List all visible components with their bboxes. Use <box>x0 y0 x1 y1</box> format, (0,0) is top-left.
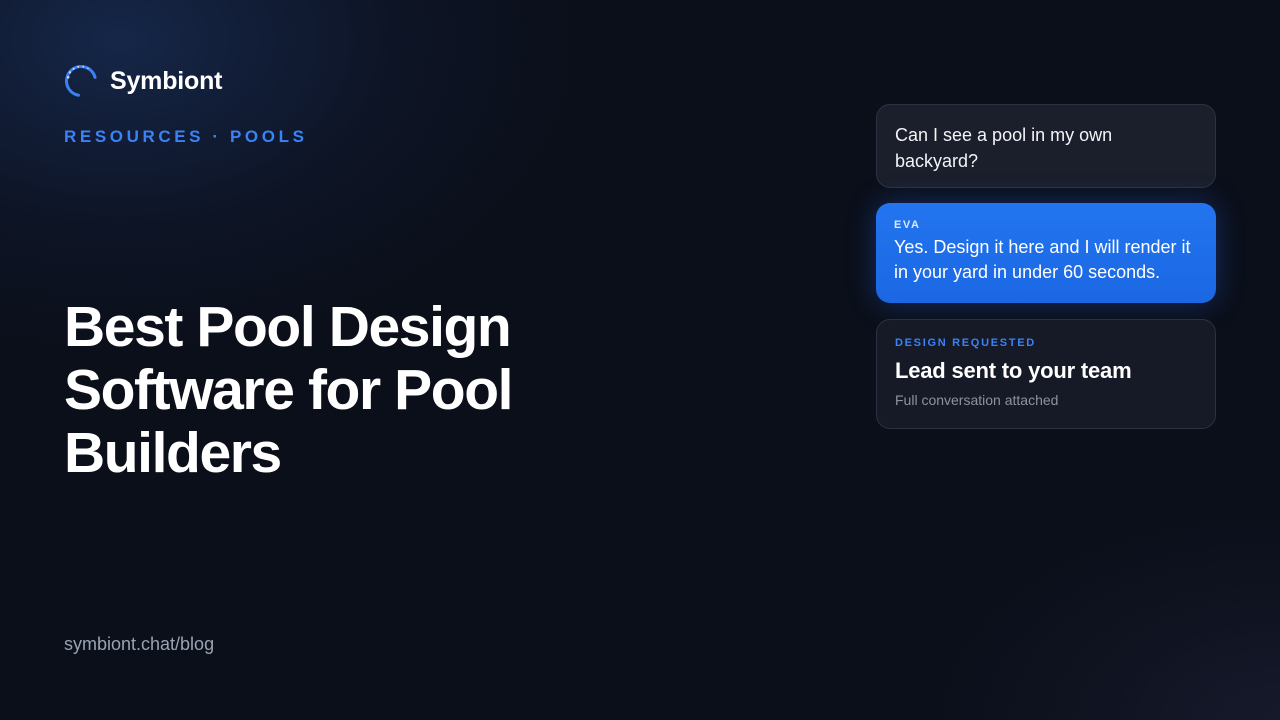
brand[interactable]: Symbiont <box>64 64 222 98</box>
lead-title: Lead sent to your team <box>895 358 1132 383</box>
assistant-name-label: EVA <box>894 219 921 231</box>
lead-subtitle: Full conversation attached <box>895 392 1059 408</box>
page-title: Best Pool Design Software for Pool Build… <box>64 295 513 485</box>
breadcrumb: RESOURCES · POOLS <box>64 127 308 146</box>
user-message-bubble: Can I see a pool in my own backyard? <box>876 104 1216 188</box>
brand-name: Symbiont <box>110 66 223 95</box>
lead-status-label: DESIGN REQUESTED <box>895 337 1036 349</box>
symbiont-logo-icon <box>65 65 97 97</box>
lead-notification-card: DESIGN REQUESTED Lead sent to your team … <box>876 319 1216 429</box>
assistant-message-bubble: EVA Yes. Design it here and I will rende… <box>876 203 1216 303</box>
user-message-text: Can I see a pool in my own backyard? <box>895 125 1113 171</box>
assistant-message-text: Yes. Design it here and I will render it… <box>894 237 1191 282</box>
footer-url: symbiont.chat/blog <box>64 634 215 654</box>
